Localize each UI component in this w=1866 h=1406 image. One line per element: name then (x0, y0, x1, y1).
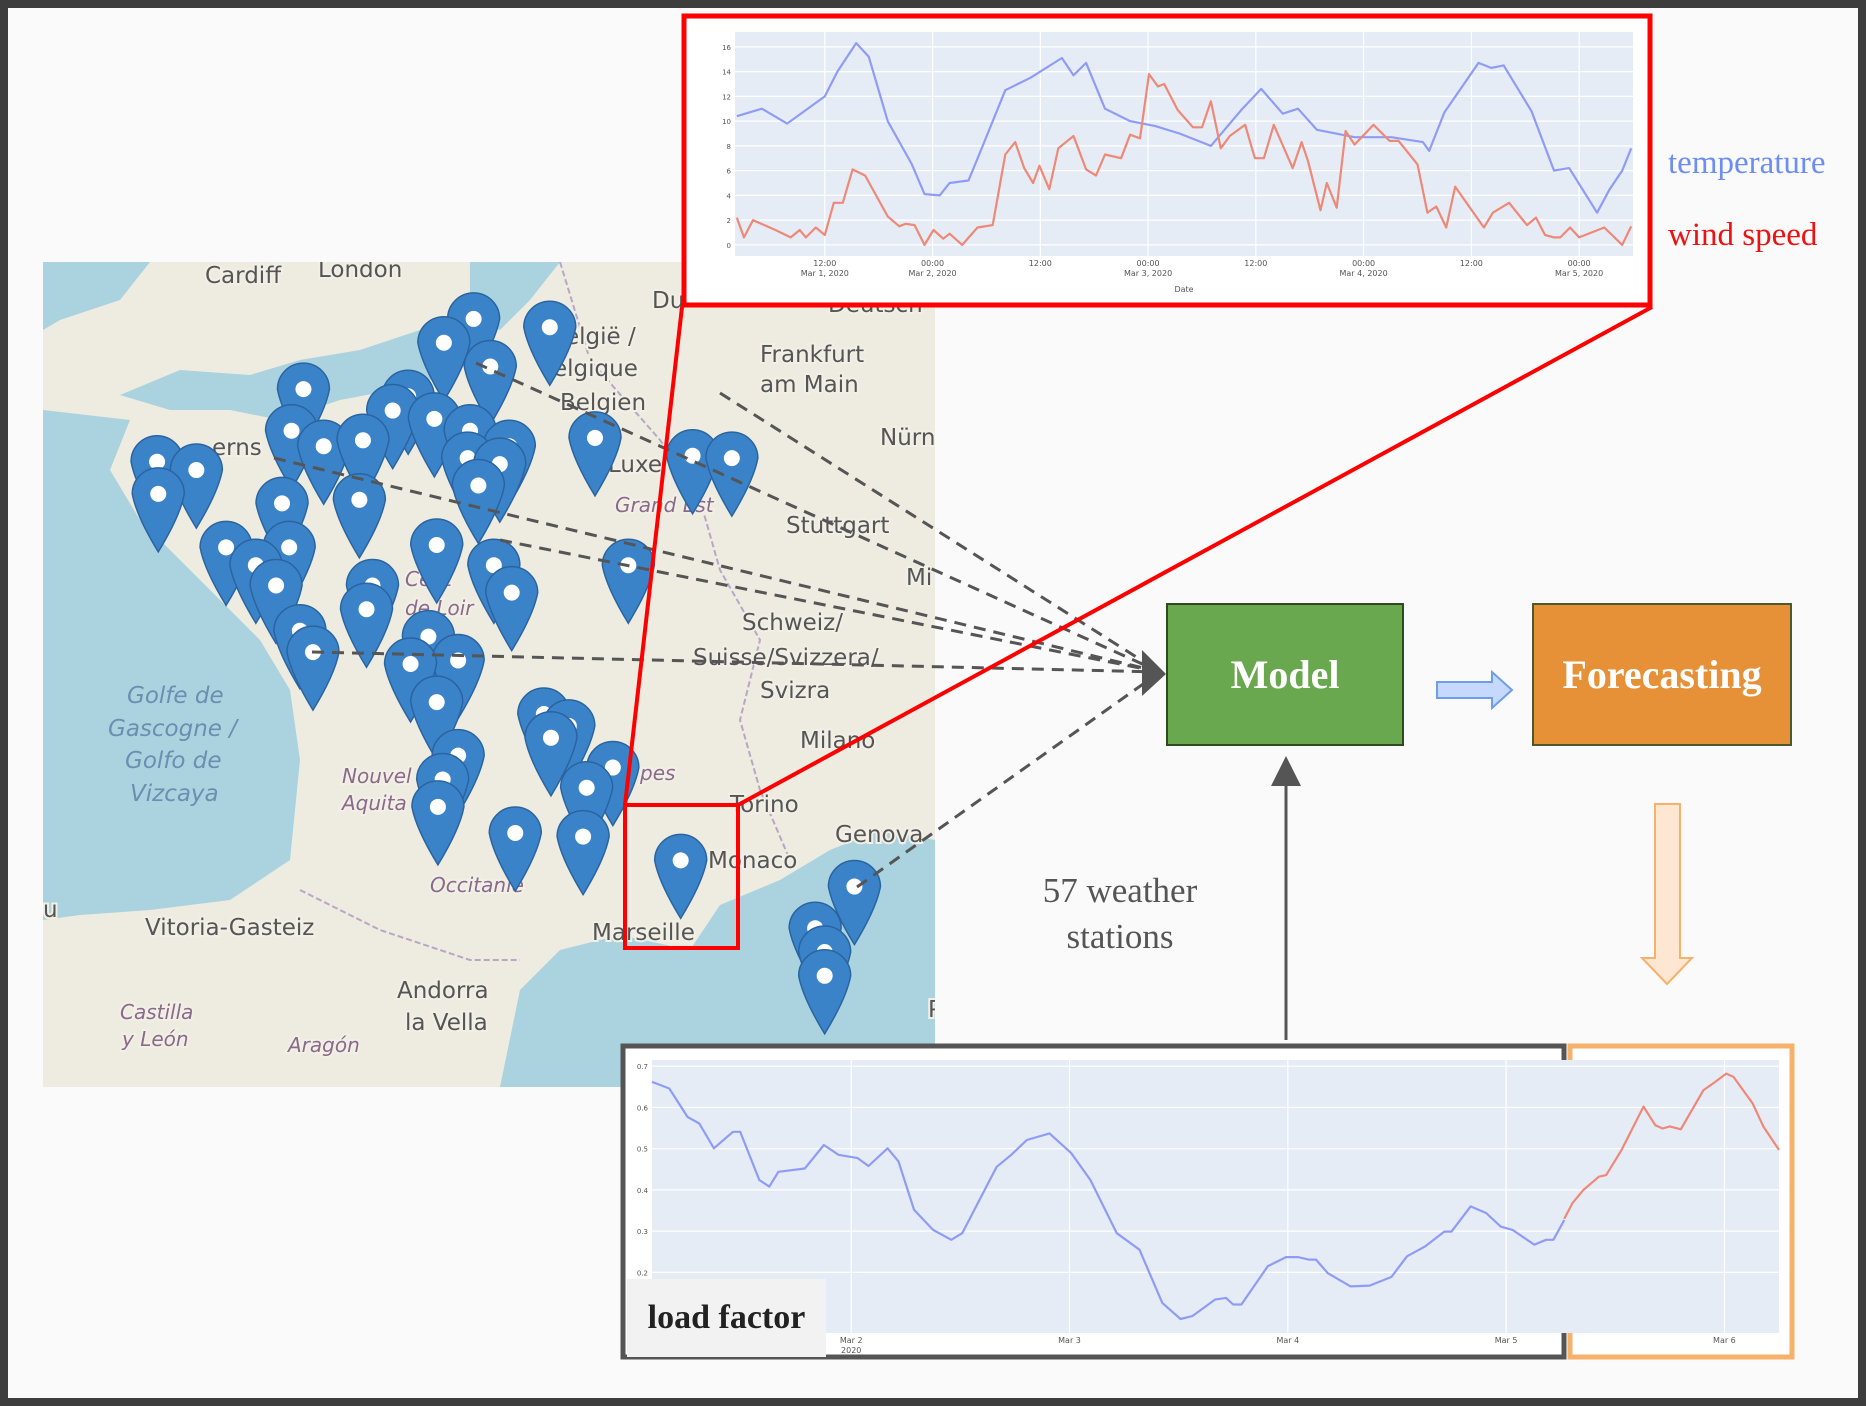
weather-chart: 024681012141612:00Mar 1, 202000:00Mar 2,… (722, 32, 1633, 294)
map-label-u: u (43, 897, 58, 923)
map-label-cardiff: Cardiff (205, 263, 282, 289)
map-label-stuttgart: Stuttgart (786, 513, 889, 539)
x-tick-label: Mar 3 (1058, 1336, 1081, 1345)
map-label-nurn: Nürn (880, 425, 935, 451)
map-label-belgie3: Belgien (560, 390, 646, 416)
y-tick-label: 0.3 (637, 1228, 648, 1236)
x-tick-label: Mar 4 (1276, 1336, 1299, 1345)
map-label-belgie2: elgique (553, 356, 638, 382)
map-label-golfe2: Gascogne / (108, 716, 239, 742)
model-box: Model (1166, 603, 1404, 746)
map-label-vitoria: Vitoria-Gasteiz (145, 915, 314, 941)
x-tick-sublabel: Mar 1, 2020 (801, 269, 849, 278)
legend-temperature: temperature (1668, 145, 1826, 181)
map-label-frankfurt1: Frankfurt (760, 342, 864, 368)
map-label-golfe4: Vizcaya (130, 781, 219, 807)
link-arrowhead-icon (1142, 650, 1166, 696)
legend-wind-speed: wind speed (1668, 217, 1818, 253)
x-tick-label: 00:00 (1352, 259, 1375, 268)
weather-station-map: CardiffLondonFrankfurtam MainDeutschNürn… (43, 257, 942, 1087)
map-label-nouvelle2: Aquita (340, 791, 407, 815)
arrow-right-icon (1436, 669, 1514, 711)
map-label-alpes: pes (639, 761, 675, 785)
arrow-down-icon (1639, 803, 1695, 986)
x-axis-title: Date (1174, 285, 1193, 294)
x-tick-label: Mar 6 (1713, 1336, 1736, 1345)
map-label-castilla2: y León (121, 1027, 189, 1051)
x-tick-sublabel: 2020 (841, 1346, 861, 1355)
y-tick-label: 0.7 (637, 1063, 648, 1071)
x-tick-label: 12:00 (1460, 259, 1483, 268)
y-tick-label: 4 (727, 192, 732, 200)
x-tick-label: Mar 5 (1495, 1336, 1518, 1345)
x-tick-sublabel: Mar 2, 2020 (908, 269, 956, 278)
x-tick-label: 12:00 (813, 259, 836, 268)
stations-caption: 57 weather stations (1010, 868, 1230, 960)
map-label-london: London (318, 257, 402, 283)
x-tick-sublabel: Mar 4, 2020 (1340, 269, 1388, 278)
map-label-aragon: Aragón (286, 1033, 360, 1057)
x-tick-sublabel: Mar 3, 2020 (1124, 269, 1172, 278)
y-tick-label: 0.2 (637, 1269, 648, 1277)
x-tick-label: 00:00 (921, 259, 944, 268)
map-label-golfe1: Golfe de (127, 683, 224, 709)
y-tick-label: 2 (727, 217, 731, 225)
map-label-genova: Genova (835, 822, 923, 848)
map-label-mi: Mi (906, 565, 932, 591)
x-tick-label: Mar 2 (840, 1336, 863, 1345)
y-tick-label: 0.5 (637, 1146, 648, 1154)
y-tick-label: 10 (722, 118, 731, 126)
y-tick-label: 0.6 (637, 1104, 649, 1112)
map-label-schweiz3: Svizra (760, 678, 830, 704)
map-label-nouvelle1: Nouvel (342, 764, 412, 788)
stations-caption-line2: stations (1066, 917, 1174, 956)
map-label-golfe3: Golfo de (125, 748, 222, 774)
map-label-schweiz1: Schweiz/ (742, 610, 843, 636)
map-label-frankfurt2: am Main (760, 372, 859, 398)
y-tick-label: 0 (727, 242, 731, 250)
y-tick-label: 0.4 (637, 1187, 649, 1195)
y-tick-label: 6 (727, 168, 732, 176)
forecasting-box: Forecasting (1532, 603, 1792, 746)
y-tick-label: 12 (722, 93, 731, 101)
y-tick-label: 16 (722, 44, 731, 52)
map-label-monaco: Monaco (708, 848, 797, 874)
x-tick-label: 12:00 (1244, 259, 1267, 268)
y-tick-label: 14 (722, 69, 731, 77)
x-tick-sublabel: Mar 5, 2020 (1555, 269, 1603, 278)
map-label-andorra1: Andorra (397, 978, 489, 1004)
x-tick-label: 12:00 (1029, 259, 1052, 268)
map-label-p: P (928, 997, 942, 1023)
map-label-andorra2: la Vella (405, 1010, 488, 1036)
map-label-castilla1: Castilla (120, 1000, 193, 1024)
x-tick-label: 00:00 (1568, 259, 1591, 268)
load-factor-label: load factor (627, 1279, 826, 1357)
map-label-du: Du (652, 288, 684, 314)
map-label-schweiz2: Suisse/Svizzera/ (693, 645, 879, 671)
y-tick-label: 8 (727, 143, 731, 151)
x-tick-label: 00:00 (1137, 259, 1160, 268)
map-label-marseille: Marseille (592, 920, 695, 946)
stations-caption-line1: 57 weather (1042, 871, 1198, 910)
